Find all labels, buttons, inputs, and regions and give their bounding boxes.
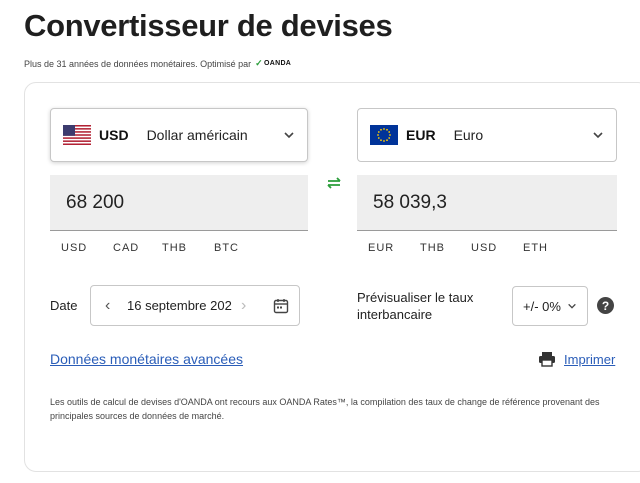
page-title: Convertisseur de devises <box>24 8 393 43</box>
to-amount-input[interactable]: 58 039,3 <box>357 175 617 231</box>
chevron-down-icon <box>568 303 576 309</box>
quick-currency-chip[interactable]: ETH <box>523 242 563 254</box>
from-amount-input[interactable]: 68 200 <box>50 175 308 231</box>
to-currency-code: EUR <box>406 127 436 143</box>
from-currency-name: Dollar américain <box>146 127 248 143</box>
disclaimer: Les outils de calcul de devises d'OANDA … <box>50 397 600 421</box>
to-currency-select[interactable]: EUR Euro <box>357 108 617 162</box>
to-quick-currencies: EUR THB USD ETH <box>368 242 563 254</box>
subtitle-text: Plus de 31 années de données monétaires.… <box>24 58 252 69</box>
interbank-label: Prévisualiser le taux interbancaire <box>357 290 474 322</box>
us-flag-icon <box>63 125 91 145</box>
quick-currency-chip[interactable]: BTC <box>214 242 254 254</box>
oanda-logo-text: OANDA <box>263 60 292 67</box>
check-icon: ✓ <box>255 58 263 68</box>
quick-currency-chip[interactable]: EUR <box>368 242 420 254</box>
quick-currency-chip[interactable]: USD <box>61 242 113 254</box>
interbank-rate-value: +/- 0% <box>523 298 561 314</box>
chevron-down-icon <box>593 132 603 139</box>
calendar-icon[interactable] <box>273 298 289 314</box>
from-currency-code: USD <box>99 127 129 143</box>
quick-currency-chip[interactable]: THB <box>162 242 214 254</box>
help-icon[interactable]: ? <box>597 297 614 314</box>
quick-currency-chip[interactable]: CAD <box>113 242 162 254</box>
oanda-logo: ✓ OANDA <box>255 58 291 69</box>
date-value[interactable]: 16 septembre 202 <box>127 298 235 313</box>
quick-currency-chip[interactable]: THB <box>420 242 471 254</box>
date-label: Date <box>50 298 78 313</box>
date-picker[interactable]: ‹ 16 septembre 202 › <box>90 285 300 326</box>
chevron-left-icon[interactable]: ‹ <box>105 297 119 315</box>
subtitle: Plus de 31 années de données monétaires.… <box>24 58 291 69</box>
from-currency-select[interactable]: USD Dollar américain <box>50 108 308 162</box>
to-currency-name: Euro <box>453 127 484 143</box>
quick-currency-chip[interactable]: USD <box>471 242 523 254</box>
eu-flag-icon <box>370 125 398 145</box>
interbank-rate-select[interactable]: +/- 0% <box>512 286 588 326</box>
chevron-down-icon <box>284 132 294 139</box>
print-button[interactable]: Imprimer <box>538 351 615 367</box>
from-quick-currencies: USD CAD THB BTC <box>61 242 254 254</box>
chevron-right-icon[interactable]: › <box>241 297 255 315</box>
printer-icon <box>539 352 555 367</box>
print-label[interactable]: Imprimer <box>564 352 615 367</box>
advanced-data-link[interactable]: Données monétaires avancées <box>50 351 243 367</box>
swap-icon[interactable] <box>325 176 343 190</box>
